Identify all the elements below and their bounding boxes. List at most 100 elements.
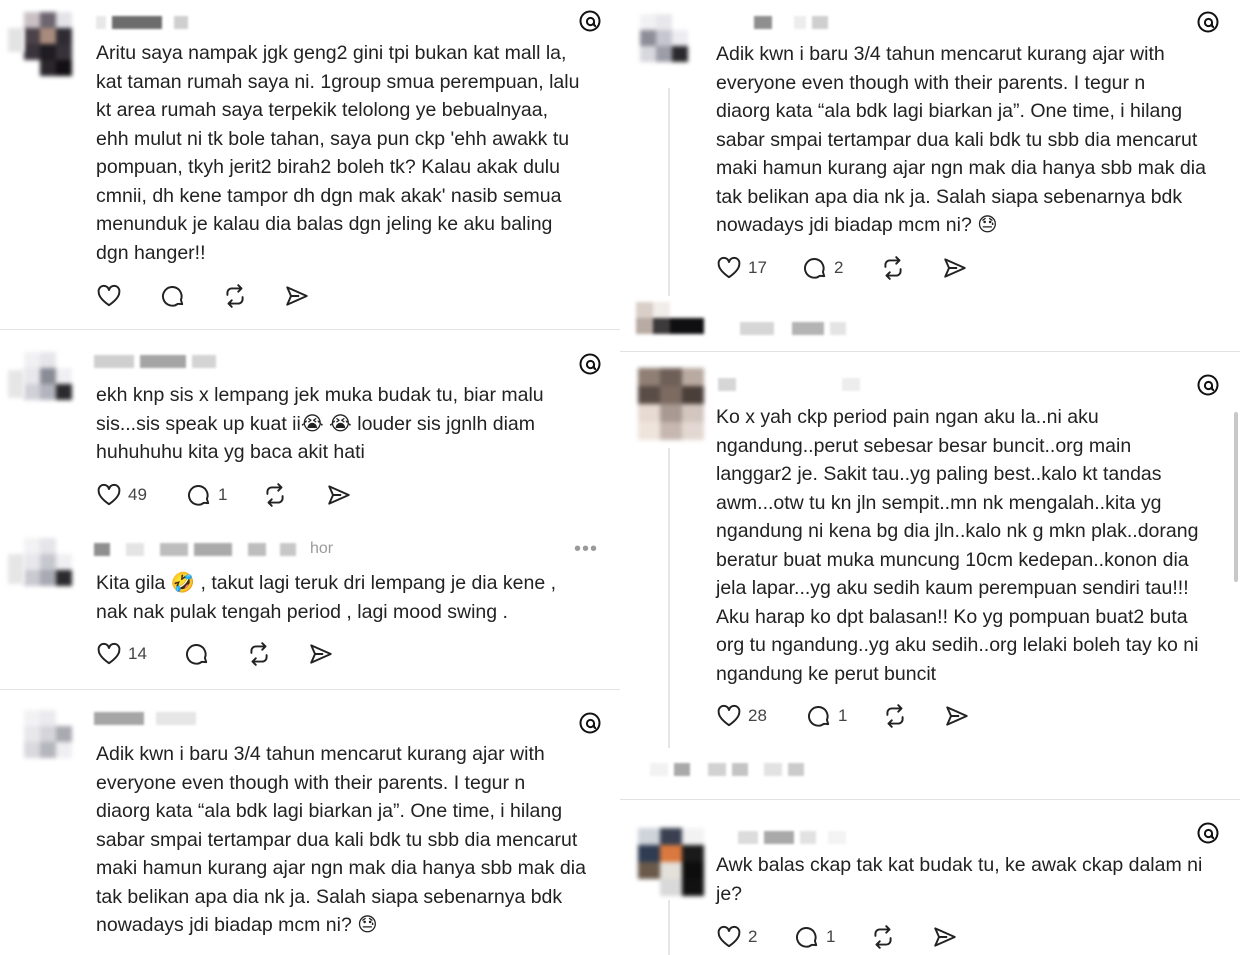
reply-count: 1 xyxy=(826,927,836,946)
right-screenshot-panel: Adik kwn i baru 3/4 tahun mencarut kuran… xyxy=(620,0,1240,955)
threads-logo-icon[interactable] xyxy=(1196,10,1220,34)
username[interactable] xyxy=(740,320,846,336)
heart-icon xyxy=(97,642,121,665)
post-actions xyxy=(96,281,310,311)
share-icon xyxy=(328,485,350,505)
avatar[interactable] xyxy=(638,828,704,896)
like-button[interactable]: 49 xyxy=(96,482,186,508)
avatar[interactable] xyxy=(636,302,704,334)
repost-icon xyxy=(874,925,892,949)
threads-logo-icon[interactable] xyxy=(578,352,602,376)
repost-icon xyxy=(884,256,902,280)
thread-post: Aritu saya nampak jgk geng2 gini tpi buk… xyxy=(0,0,620,330)
avatar-shadow xyxy=(8,554,24,584)
avatar[interactable] xyxy=(24,710,72,774)
repost-button[interactable] xyxy=(870,924,932,950)
partial-post-header xyxy=(636,302,936,338)
reply-button[interactable]: 1 xyxy=(186,482,262,508)
repost-icon xyxy=(886,704,904,728)
share-button[interactable] xyxy=(944,703,970,729)
share-icon xyxy=(286,286,308,306)
comment-icon xyxy=(808,706,830,727)
post-text: Aritu saya nampak jgk geng2 gini tpi buk… xyxy=(96,42,580,264)
threads-logo-icon[interactable] xyxy=(1196,821,1220,845)
username-suffix: hor xyxy=(310,540,334,557)
thread-post: Awk balas ckap tak kat budak tu, ke awak… xyxy=(620,800,1240,955)
thread-connector xyxy=(668,448,670,748)
repost-button[interactable] xyxy=(880,255,942,281)
username[interactable]: hor xyxy=(94,540,334,557)
like-button[interactable]: 2 xyxy=(716,924,794,950)
username[interactable] xyxy=(94,353,216,369)
repost-button[interactable] xyxy=(882,703,944,729)
share-icon xyxy=(310,644,332,664)
avatar[interactable] xyxy=(24,12,72,76)
thread-post: hor ••• Kita gila 🤣 , takut lagi teruk d… xyxy=(0,530,620,690)
reply-count: 1 xyxy=(838,706,848,725)
thread-connector xyxy=(668,900,670,955)
reply-count: 2 xyxy=(834,258,844,277)
like-button[interactable] xyxy=(96,283,160,309)
repost-icon xyxy=(250,642,268,666)
post-text: ekh knp sis x lempang jek muka budak tu,… xyxy=(96,384,544,463)
username[interactable] xyxy=(96,14,188,30)
avatar[interactable] xyxy=(640,14,688,78)
share-icon xyxy=(944,258,966,278)
thread-connector xyxy=(668,88,670,296)
more-options-icon[interactable]: ••• xyxy=(574,538,598,561)
repost-icon xyxy=(266,483,284,507)
post-text: Kita gila 🤣 , takut lagi teruk dri lempa… xyxy=(96,572,557,623)
like-button[interactable]: 14 xyxy=(96,641,184,667)
username[interactable] xyxy=(754,14,828,30)
username[interactable] xyxy=(738,829,846,845)
thread-post: Adik kwn i baru 3/4 tahun mencarut kuran… xyxy=(0,690,620,955)
like-button[interactable]: 17 xyxy=(716,255,802,281)
avatar[interactable] xyxy=(24,352,72,416)
share-button[interactable] xyxy=(942,255,968,281)
comment-icon xyxy=(162,286,184,307)
like-count: 28 xyxy=(748,706,767,725)
comment-icon xyxy=(188,485,210,506)
reply-button[interactable] xyxy=(160,283,222,309)
username[interactable] xyxy=(718,376,860,392)
post-text: Adik kwn i baru 3/4 tahun mencarut kuran… xyxy=(96,743,586,936)
share-button[interactable] xyxy=(308,641,334,667)
reply-button[interactable]: 1 xyxy=(806,703,882,729)
repost-button[interactable] xyxy=(262,482,326,508)
like-count: 2 xyxy=(748,927,758,946)
avatar[interactable] xyxy=(638,368,704,440)
threads-logo-icon[interactable] xyxy=(578,9,602,33)
username[interactable] xyxy=(94,710,196,726)
heart-icon xyxy=(97,483,121,506)
thread-post: Ko x yah ckp period pain ngan aku la..ni… xyxy=(620,352,1240,752)
post-actions: 49 1 xyxy=(96,480,352,510)
reply-button[interactable]: 2 xyxy=(802,255,880,281)
share-button[interactable] xyxy=(326,482,352,508)
avatar-shadow xyxy=(8,370,24,398)
left-screenshot-panel: Aritu saya nampak jgk geng2 gini tpi buk… xyxy=(0,0,620,955)
share-button[interactable] xyxy=(932,924,958,950)
repost-button[interactable] xyxy=(246,641,308,667)
like-button[interactable]: 28 xyxy=(716,703,806,729)
repost-button[interactable] xyxy=(222,283,284,309)
post-text: Ko x yah ckp period pain ngan aku la..ni… xyxy=(716,406,1199,685)
post-actions: 17 2 xyxy=(716,253,968,283)
share-icon xyxy=(946,706,968,726)
heart-icon xyxy=(717,704,741,727)
reply-button[interactable]: 1 xyxy=(794,924,870,950)
post-actions: 2 1 xyxy=(716,922,958,952)
threads-logo-icon[interactable] xyxy=(578,711,602,735)
heart-icon xyxy=(717,925,741,948)
avatar[interactable] xyxy=(24,538,72,602)
post-text: Awk balas ckap tak kat budak tu, ke awak… xyxy=(716,854,1203,905)
threads-logo-icon[interactable] xyxy=(1196,373,1220,397)
heart-icon xyxy=(97,284,121,307)
scrollbar[interactable] xyxy=(1234,412,1238,582)
share-icon xyxy=(934,927,956,947)
share-button[interactable] xyxy=(284,283,310,309)
reply-button[interactable] xyxy=(184,641,246,667)
comment-icon xyxy=(186,644,208,665)
heart-icon xyxy=(717,256,741,279)
avatar-shadow xyxy=(8,28,24,52)
post-actions: 28 1 xyxy=(716,701,970,731)
